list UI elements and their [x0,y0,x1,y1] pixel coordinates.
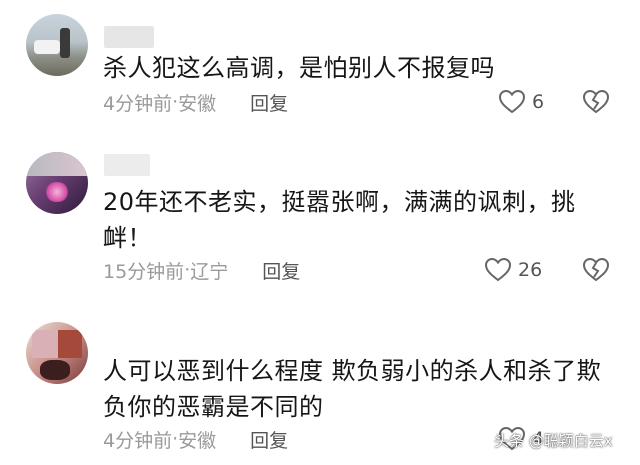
comment-meta: 15分钟前 · 辽宁 回复 [103,257,300,283]
watermark: 头条 @聪颖白云x [494,432,613,450]
reply-button[interactable]: 回复 [250,426,288,453]
comment-location: 安徽 [178,92,217,115]
comment-meta: 4分钟前 · 安徽 回复 [103,89,288,115]
like-count: 6 [532,91,545,113]
avatar[interactable] [26,14,88,76]
like-count: 26 [518,259,543,281]
comment-text: 杀人犯这么高调，是怕别人不报复吗 [103,54,495,82]
reply-button[interactable]: 回复 [262,257,300,284]
broken-heart-icon [582,257,610,282]
comment-location: 安徽 [178,429,217,452]
dislike-button[interactable] [582,89,610,115]
heart-outline-icon [484,257,512,282]
like-button[interactable]: 26 [484,255,542,285]
avatar[interactable] [26,152,88,214]
comment-time: 15分钟前 [103,260,185,283]
username-blurred[interactable] [104,154,150,176]
broken-heart-icon [582,89,610,114]
comment-text: 人可以恶到什么程度 欺负弱小的杀人和杀了欺负你的恶霸是不同的 [103,357,602,421]
dislike-button[interactable] [582,257,610,283]
username-blurred[interactable] [104,26,154,48]
comment-time: 4分钟前 [103,92,173,115]
comment-time: 4分钟前 [103,429,173,452]
heart-outline-icon [498,89,526,114]
reply-button[interactable]: 回复 [250,89,288,116]
comment-meta: 4分钟前 · 安徽 回复 [103,426,288,452]
like-button[interactable]: 6 [498,87,544,117]
comment-location: 辽宁 [190,260,229,283]
avatar[interactable] [26,322,88,384]
comment-text: 20年还不老实，挺嚣张啊，满满的讽刺，挑衅！ [103,188,576,252]
